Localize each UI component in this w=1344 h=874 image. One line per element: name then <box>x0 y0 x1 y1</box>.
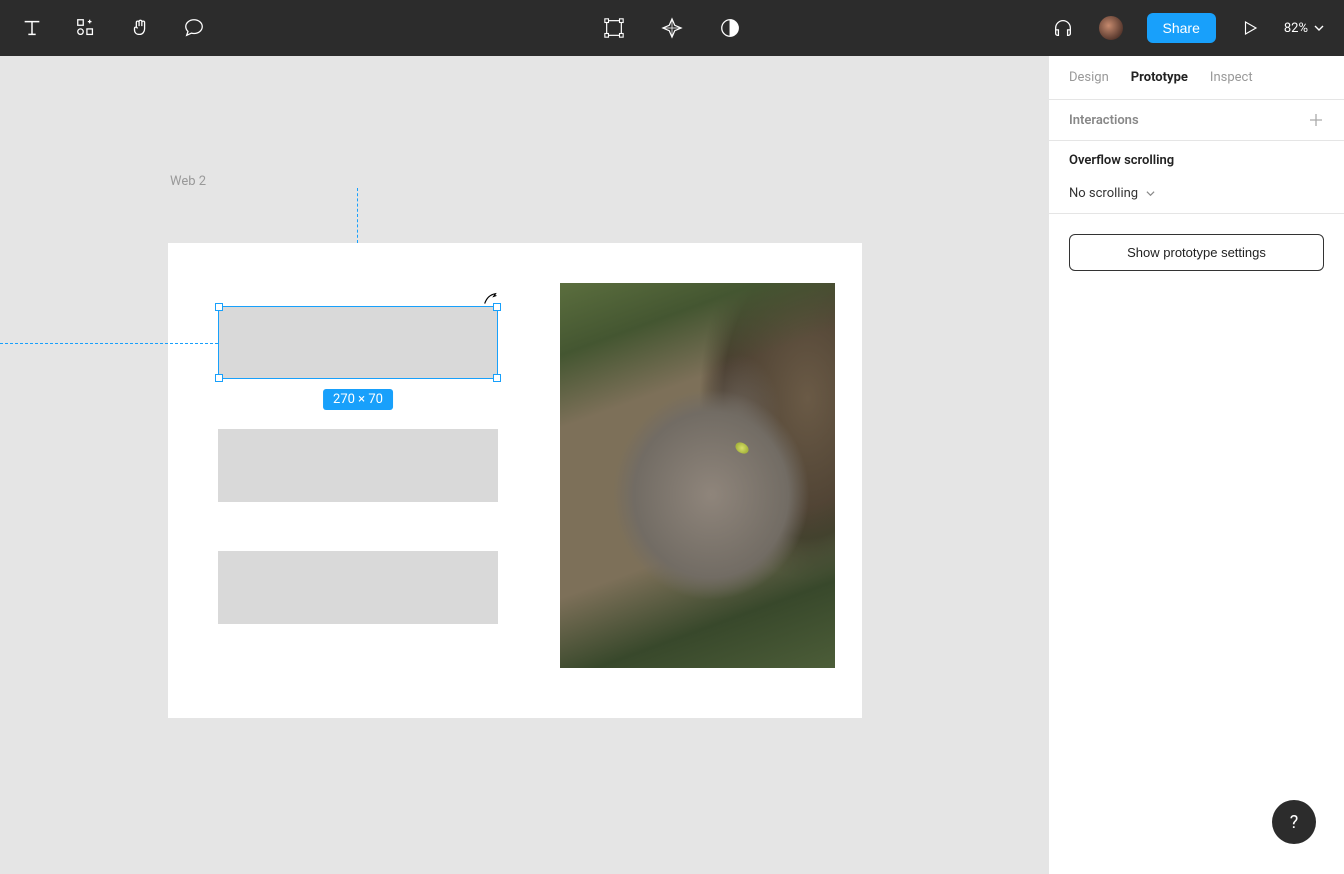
tab-prototype[interactable]: Prototype <box>1131 70 1188 85</box>
resize-handle-ne[interactable] <box>493 303 501 311</box>
resize-handle-nw[interactable] <box>215 303 223 311</box>
rectangle-3[interactable] <box>218 551 498 624</box>
top-toolbar: Share 82% <box>0 0 1344 56</box>
overflow-dropdown[interactable]: No scrolling <box>1069 186 1324 201</box>
toolbar-center-group <box>602 16 742 40</box>
interactions-label: Interactions <box>1069 113 1139 128</box>
help-icon: ? <box>1290 812 1299 833</box>
alignment-guide-horizontal <box>0 343 218 344</box>
plus-icon <box>1309 113 1323 127</box>
tab-inspect[interactable]: Inspect <box>1210 70 1253 85</box>
resize-handle-se[interactable] <box>493 374 501 382</box>
design-canvas[interactable]: Web 2 270 × 70 <box>0 56 1048 874</box>
effects-tool-icon[interactable] <box>660 16 684 40</box>
zoom-value: 82% <box>1284 21 1308 36</box>
chevron-down-icon <box>1314 23 1324 33</box>
overflow-value: No scrolling <box>1069 186 1138 201</box>
rectangle-2[interactable] <box>218 429 498 502</box>
show-prototype-settings-button[interactable]: Show prototype settings <box>1069 234 1324 271</box>
toolbar-left-group <box>20 16 206 40</box>
add-interaction-button[interactable] <box>1308 112 1324 128</box>
tab-design[interactable]: Design <box>1069 70 1109 85</box>
overflow-section: Overflow scrolling No scrolling <box>1049 141 1344 214</box>
alignment-guide-vertical <box>357 188 358 243</box>
chevron-down-icon <box>1146 189 1155 198</box>
comment-tool-icon[interactable] <box>182 16 206 40</box>
frame-tool-icon[interactable] <box>602 16 626 40</box>
share-button[interactable]: Share <box>1147 13 1216 43</box>
overflow-label: Overflow scrolling <box>1069 153 1324 168</box>
text-tool-icon[interactable] <box>20 16 44 40</box>
hand-tool-icon[interactable] <box>128 16 152 40</box>
artboard-web2[interactable]: 270 × 70 <box>168 243 862 718</box>
play-prototype-icon[interactable] <box>1238 16 1262 40</box>
selected-rectangle[interactable]: 270 × 70 <box>218 306 498 379</box>
frame-name-label[interactable]: Web 2 <box>170 174 206 189</box>
selection-size-badge: 270 × 70 <box>323 389 393 410</box>
toolbar-right-group: Share 82% <box>1051 13 1325 43</box>
inspector-panel: Design Prototype Inspect Interactions Ov… <box>1048 56 1344 874</box>
headphones-icon[interactable] <box>1051 16 1075 40</box>
user-avatar[interactable] <box>1097 14 1125 42</box>
resize-handle-sw[interactable] <box>215 374 223 382</box>
zoom-dropdown[interactable]: 82% <box>1284 21 1324 36</box>
panel-tabs: Design Prototype Inspect <box>1049 56 1344 100</box>
contrast-tool-icon[interactable] <box>718 16 742 40</box>
help-button[interactable]: ? <box>1272 800 1316 844</box>
koala-image[interactable] <box>560 283 835 668</box>
interactions-section: Interactions <box>1049 100 1344 141</box>
components-tool-icon[interactable] <box>74 16 98 40</box>
